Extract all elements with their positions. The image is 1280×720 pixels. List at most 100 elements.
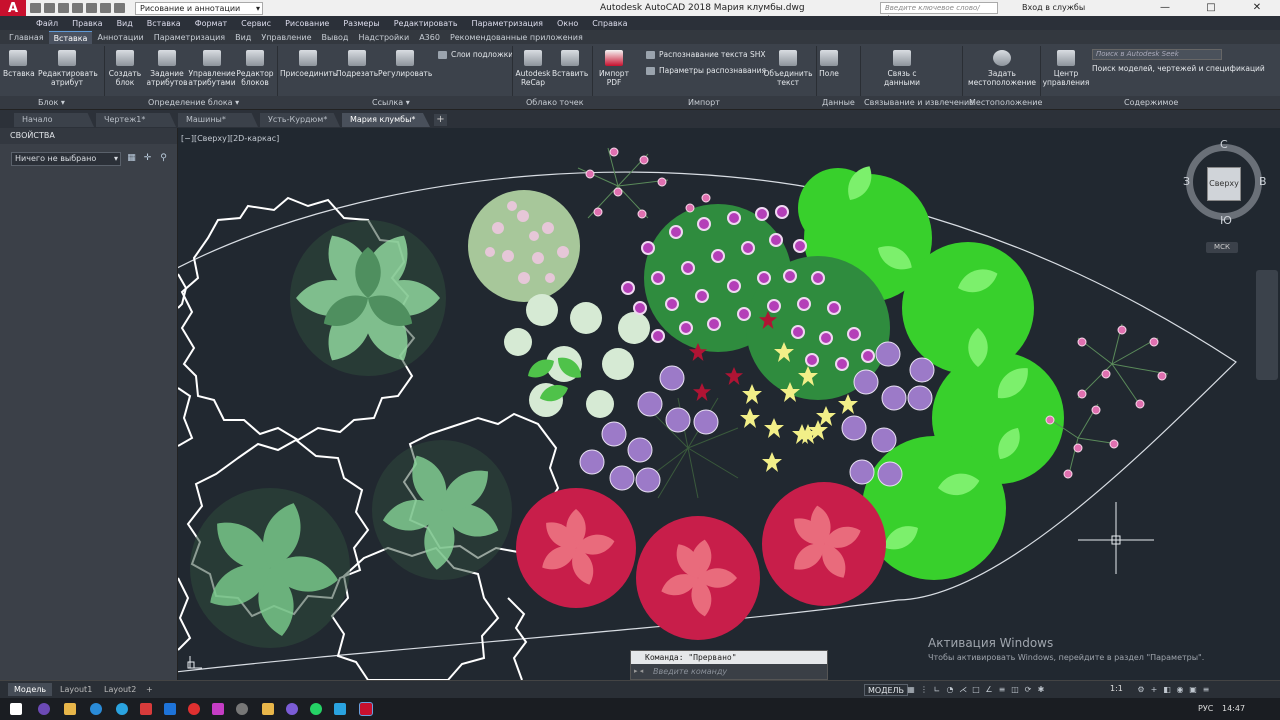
menu-edit[interactable]: Правка <box>72 19 102 28</box>
tab-manage[interactable]: Управление <box>256 31 316 44</box>
annotation-scale[interactable]: 1:1 <box>1110 684 1123 693</box>
folder-icon[interactable] <box>262 703 274 715</box>
ortho-icon[interactable]: ∟ <box>932 685 942 695</box>
telegram-icon[interactable] <box>116 703 128 715</box>
app5-icon[interactable] <box>334 703 346 715</box>
edit-attribute-button[interactable]: Редактировать атрибут <box>38 50 98 87</box>
yandex-icon[interactable] <box>188 703 200 715</box>
clip-button[interactable]: Подрезать <box>336 50 378 78</box>
viber-icon[interactable] <box>286 703 298 715</box>
polar-icon[interactable]: ◔ <box>945 685 955 695</box>
viewcube[interactable]: Сверху С Ю З В МСК <box>1183 138 1267 253</box>
seek-search-input[interactable]: Поиск в Autodesk Seek <box>1092 49 1222 60</box>
app4-icon[interactable] <box>236 703 248 715</box>
layout2-tab[interactable]: Layout2 <box>98 683 142 696</box>
underlay-layers-button[interactable]: Слои подложки <box>438 50 513 59</box>
language-indicator[interactable]: РУС <box>1198 704 1213 713</box>
doc-tab-cars[interactable]: Машины* <box>178 113 258 127</box>
lineweight-icon[interactable]: ≡ <box>997 685 1007 695</box>
windows-start-icon[interactable] <box>10 703 22 715</box>
select-objects-icon[interactable]: ✛ <box>142 153 153 164</box>
import-pdf-button[interactable]: Импорт PDF <box>594 50 634 87</box>
annotation-visibility-icon[interactable]: ✱ <box>1036 685 1046 695</box>
add-layout-button[interactable]: + <box>140 683 159 696</box>
model-space-button[interactable]: МОДЕЛЬ <box>864 684 909 696</box>
panel-title-block[interactable]: Блок ▾ <box>38 98 65 107</box>
menu-parametric[interactable]: Параметризация <box>472 19 543 28</box>
define-attributes-button[interactable]: Задание атрибутов <box>146 50 188 87</box>
menu-help[interactable]: Справка <box>592 19 627 28</box>
new-icon[interactable] <box>30 3 41 13</box>
print-icon[interactable] <box>86 3 97 13</box>
menu-file[interactable]: Файл <box>36 19 58 28</box>
menu-window[interactable]: Окно <box>557 19 578 28</box>
tab-output[interactable]: Вывод <box>317 31 354 44</box>
field-button[interactable]: Поле <box>818 50 840 78</box>
shx-recognition-button[interactable]: Распознавание текста SHX <box>646 50 766 59</box>
clean-screen-icon[interactable]: ▣ <box>1188 685 1198 695</box>
recap-button[interactable]: Autodesk ReCap <box>514 50 552 87</box>
tab-featured-apps[interactable]: Рекомендованные приложения <box>445 31 588 44</box>
drawing-area[interactable]: [−][Сверху][2D-каркас] Сверху С Ю З В МС… <box>178 128 1280 680</box>
doc-tab-ust-kurdyum[interactable]: Усть-Курдюм* <box>260 113 340 127</box>
otrack-icon[interactable]: ∠ <box>984 685 994 695</box>
app3-icon[interactable] <box>212 703 224 715</box>
compass-east[interactable]: В <box>1259 175 1267 188</box>
isolate-icon[interactable]: ◧ <box>1162 685 1172 695</box>
command-input[interactable]: Введите команду <box>631 664 827 679</box>
manage-attributes-button[interactable]: Управление атрибутами <box>188 50 236 87</box>
layout1-tab[interactable]: Layout1 <box>54 683 98 696</box>
pickadd-icon[interactable]: ⚲ <box>158 153 169 164</box>
quick-select-icon[interactable]: ▦ <box>126 153 137 164</box>
tab-view[interactable]: Вид <box>230 31 256 44</box>
snap-icon[interactable]: ⋮ <box>919 685 929 695</box>
grid-icon[interactable]: ▦ <box>906 685 916 695</box>
edge-icon[interactable] <box>90 703 102 715</box>
minimize-button[interactable]: — <box>1142 0 1188 16</box>
keyword-search-input[interactable]: Введите ключевое слово/фразу <box>880 2 998 22</box>
menu-view[interactable]: Вид <box>117 19 133 28</box>
panel-title-block-definition[interactable]: Определение блока ▾ <box>148 98 239 107</box>
selection-dropdown[interactable]: Ничего не выбрано <box>11 152 121 166</box>
app2-icon[interactable] <box>140 703 152 715</box>
tab-a360[interactable]: A360 <box>414 31 445 44</box>
tab-insert[interactable]: Вставка <box>48 31 93 44</box>
viewport-controls[interactable]: [−][Сверху][2D-каркас] <box>181 134 279 143</box>
hardware-acceleration-icon[interactable]: ◉ <box>1175 685 1185 695</box>
compass-west[interactable]: З <box>1183 175 1190 188</box>
menu-draw[interactable]: Рисование <box>285 19 329 28</box>
paste-pointcloud-button[interactable]: Вставить <box>552 50 588 78</box>
menu-tools[interactable]: Сервис <box>241 19 271 28</box>
panel-title-reference[interactable]: Ссылка ▾ <box>372 98 410 107</box>
osnap-icon[interactable]: □ <box>971 685 981 695</box>
customize-icon[interactable]: ≡ <box>1201 685 1211 695</box>
compass-south[interactable]: Ю <box>1220 214 1232 227</box>
undo-icon[interactable] <box>100 3 111 13</box>
model-tab[interactable]: Модель <box>8 683 53 696</box>
isodraft-icon[interactable]: ⋌ <box>958 685 968 695</box>
attach-button[interactable]: Присоединить <box>280 50 337 78</box>
close-button[interactable]: ✕ <box>1234 0 1280 16</box>
word-icon[interactable] <box>164 703 176 715</box>
gear-icon[interactable]: ⚙ <box>1136 685 1146 695</box>
maximize-button[interactable]: □ <box>1188 0 1234 16</box>
viewcube-face-top[interactable]: Сверху <box>1207 167 1241 201</box>
save-icon[interactable] <box>58 3 69 13</box>
selection-cycling-icon[interactable]: ⟳ <box>1023 685 1033 695</box>
redo-icon[interactable] <box>114 3 125 13</box>
menu-modify[interactable]: Редактировать <box>394 19 458 28</box>
file-explorer-icon[interactable] <box>64 703 76 715</box>
menu-format[interactable]: Формат <box>195 19 227 28</box>
doc-tab-start[interactable]: Начало <box>14 113 94 127</box>
new-tab-button[interactable]: + <box>434 114 447 126</box>
navigation-bar[interactable] <box>1256 270 1278 380</box>
compass-north[interactable]: С <box>1220 138 1228 151</box>
data-link-button[interactable]: Связь с данными <box>878 50 926 87</box>
autocad-taskbar-icon[interactable] <box>359 702 373 716</box>
save-as-icon[interactable] <box>72 3 83 13</box>
transparency-icon[interactable]: ◫ <box>1010 685 1020 695</box>
block-editor-button[interactable]: Редактор блоков <box>236 50 274 87</box>
app-icon[interactable] <box>38 703 50 715</box>
workspace-select[interactable]: Рисование и аннотации <box>135 1 263 15</box>
open-icon[interactable] <box>44 3 55 13</box>
